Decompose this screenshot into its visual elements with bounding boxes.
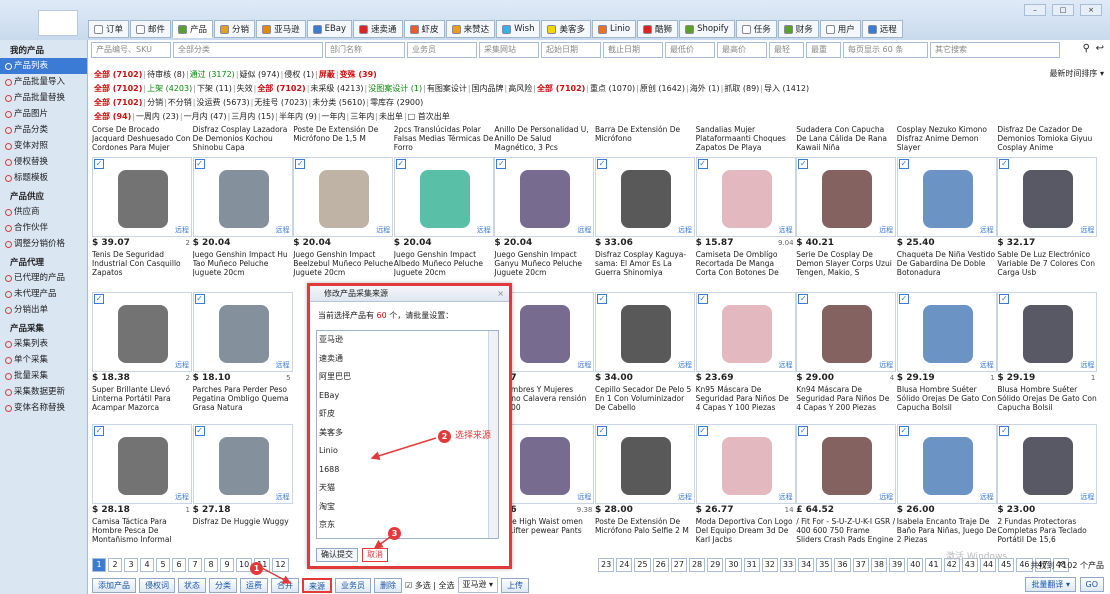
annotation-arrows: [261, 437, 437, 584]
watermark: 激活 Windows: [946, 552, 1008, 562]
arrow-to-source-button: [261, 567, 292, 584]
arrow-to-list: [370, 437, 437, 461]
arrow-to-cancel: [373, 536, 391, 549]
